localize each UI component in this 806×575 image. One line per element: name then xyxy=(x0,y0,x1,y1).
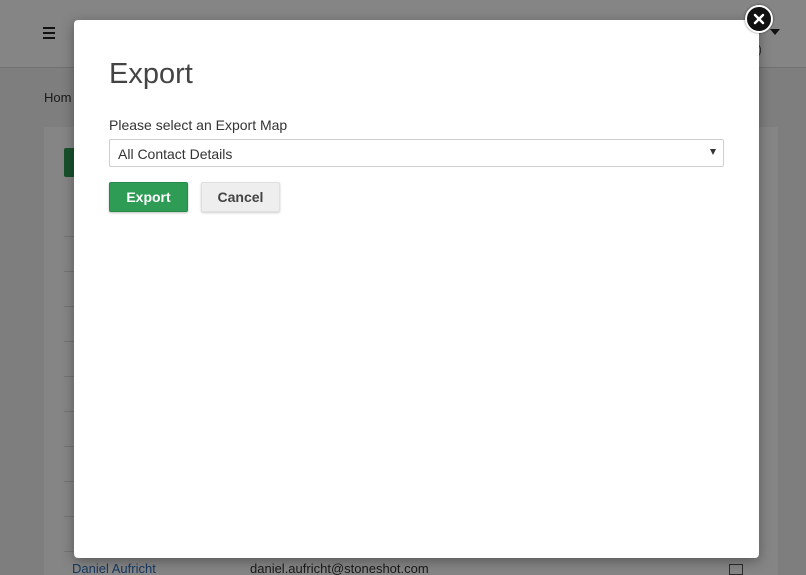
export-map-selected-value: All Contact Details xyxy=(118,146,233,162)
modal-title: Export xyxy=(109,58,193,90)
close-icon xyxy=(753,13,765,25)
export-map-select[interactable]: All Contact Details xyxy=(109,139,724,167)
export-map-label: Please select an Export Map xyxy=(109,117,288,133)
export-button[interactable]: Export xyxy=(109,182,188,212)
caret-down-icon xyxy=(710,149,716,155)
export-modal: Export Please select an Export Map All C… xyxy=(74,20,759,558)
close-modal-button[interactable] xyxy=(745,5,773,33)
cancel-button[interactable]: Cancel xyxy=(201,182,280,212)
